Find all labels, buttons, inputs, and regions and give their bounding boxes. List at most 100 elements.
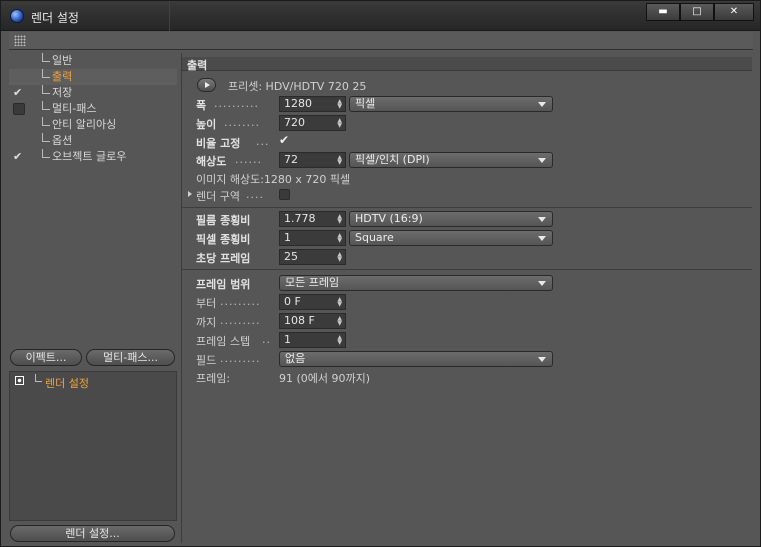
tree-item-output[interactable]: 출력 (9, 69, 177, 85)
resolution-value: 72 (284, 153, 298, 166)
preset-play-icon[interactable] (197, 78, 216, 92)
fps-label: 초당 프레임 (196, 252, 251, 265)
tree-branch-line (42, 85, 50, 94)
maximize-button[interactable]: □ (680, 3, 714, 21)
fps-row: 초당 프레임 25 ▲ ▼ (182, 248, 752, 266)
width-row: 폭 .......... 1280 ▲ ▼ 픽셀 (182, 95, 752, 113)
frame-step-value: 1 (284, 333, 291, 346)
tree-item-multipass[interactable]: 멀티-패스 (9, 101, 177, 117)
height-input[interactable]: 720 ▲ ▼ (279, 115, 346, 131)
resolution-input[interactable]: 72 ▲ ▼ (279, 152, 346, 168)
window-controls: ▬ □ ✕ (646, 3, 754, 21)
height-row: 높이 ........ 720 ▲ ▼ (182, 114, 752, 132)
title-bar[interactable]: 렌더 설정 ▬ □ ✕ (1, 1, 760, 31)
chevron-down-icon (538, 281, 546, 286)
to-input[interactable]: 108 F ▲ ▼ (279, 313, 346, 329)
spinner-arrows-icon[interactable]: ▲ ▼ (337, 316, 342, 327)
chevron-down-icon (538, 357, 546, 362)
tree-branch-line (42, 101, 50, 110)
width-label: 폭 (196, 99, 207, 112)
frame-range-value: 모든 프레임 (285, 276, 340, 289)
field-row: 필드 ......... 없음 (182, 350, 752, 368)
film-aspect-dropdown[interactable]: HDTV (16:9) (349, 211, 553, 227)
lock-ratio-check-icon[interactable]: ✔ (279, 133, 289, 147)
minimize-button[interactable]: ▬ (646, 3, 680, 21)
render-settings-button[interactable]: 렌더 설정... (10, 525, 175, 542)
spinner-arrows-icon[interactable]: ▲ ▼ (337, 214, 342, 225)
checkbox-unchecked[interactable] (13, 103, 25, 115)
from-value: 0 F (284, 295, 301, 308)
resolution-unit-value: 픽셀/인치 (DPI) (355, 153, 430, 166)
toolbar (9, 32, 753, 50)
cinema4d-app-icon (10, 9, 24, 23)
tree-item-general[interactable]: 일반 (9, 53, 177, 69)
settings-tree: 일반 출력 ✔ 저장 멀티-패스 안티 알리아싱 옵션 ✔ 오브젝트 글로우 (9, 53, 177, 165)
check-icon[interactable]: ✔ (13, 151, 25, 163)
resolution-unit-dropdown[interactable]: 픽셀/인치 (DPI) (349, 152, 553, 168)
tree-item-object-glow[interactable]: ✔ 오브젝트 글로우 (9, 149, 177, 165)
effects-button[interactable]: 이펙트... (10, 349, 82, 366)
frame-step-input[interactable]: 1 ▲ ▼ (279, 332, 346, 348)
spinner-arrows-icon[interactable]: ▲ ▼ (337, 252, 342, 263)
spinner-arrows-icon[interactable]: ▲ ▼ (337, 335, 342, 346)
tree-item-label: 저장 (52, 86, 73, 99)
fps-value: 25 (284, 250, 298, 263)
preset-label: 프리셋: HDV/HDTV 720 25 (228, 80, 367, 93)
tree-branch-line (42, 133, 50, 142)
chevron-down-icon (538, 217, 546, 222)
tree-item-options[interactable]: 옵션 (9, 133, 177, 149)
frame-range-dropdown[interactable]: 모든 프레임 (279, 275, 553, 291)
left-panel: 일반 출력 ✔ 저장 멀티-패스 안티 알리아싱 옵션 ✔ 오브젝트 글로우 이… (9, 53, 177, 543)
from-row: 부터 ......... 0 F ▲ ▼ (182, 293, 752, 311)
film-aspect-preset: HDTV (16:9) (355, 212, 423, 225)
to-label: 까지 (196, 316, 217, 329)
close-button[interactable]: ✕ (714, 3, 754, 21)
dot-leader: ... (256, 135, 270, 148)
grip-icon[interactable] (14, 35, 26, 46)
spinner-arrows-icon[interactable]: ▲ ▼ (337, 297, 342, 308)
tree-item-save[interactable]: ✔ 저장 (9, 85, 177, 101)
spinner-arrows-icon[interactable]: ▲ ▼ (337, 118, 342, 129)
dot-leader: ......... (220, 352, 261, 365)
pixel-aspect-input[interactable]: 1 ▲ ▼ (279, 230, 346, 246)
pixel-aspect-value: 1 (284, 231, 291, 244)
chevron-down-icon (538, 236, 546, 241)
frame-step-row: 프레임 스텝 .. 1 ▲ ▼ (182, 331, 752, 349)
frame-range-row: 프레임 범위 모든 프레임 (182, 274, 752, 292)
pixel-aspect-label: 픽셀 종횡비 (196, 233, 251, 246)
width-unit-value: 픽셀 (355, 97, 376, 110)
frames-label: 프레임: (196, 372, 231, 385)
output-panel: 출력 프리셋: HDV/HDTV 720 25 폭 .......... 128… (181, 53, 753, 543)
tree-item-label: 일반 (52, 54, 73, 67)
tree-item-antialiasing[interactable]: 안티 알리아싱 (9, 117, 177, 133)
tree-branch-line (42, 69, 50, 78)
width-input[interactable]: 1280 ▲ ▼ (279, 96, 346, 112)
spinner-arrows-icon[interactable]: ▲ ▼ (337, 155, 342, 166)
lock-ratio-row: 비율 고정 ... ✔ (182, 133, 752, 151)
dot-leader: ......... (220, 314, 261, 327)
field-dropdown[interactable]: 없음 (279, 351, 553, 367)
render-region-label: 렌더 구역 (196, 190, 240, 203)
multipass-button[interactable]: 멀티-패스... (86, 349, 175, 366)
render-region-row: 렌더 구역 .... (182, 186, 752, 204)
width-unit-dropdown[interactable]: 픽셀 (349, 96, 553, 112)
pixel-aspect-dropdown[interactable]: Square (349, 230, 553, 246)
expand-triangle-icon[interactable] (188, 191, 192, 197)
film-aspect-label: 필름 종횡비 (196, 214, 251, 227)
height-value: 720 (284, 116, 305, 129)
spinner-arrows-icon[interactable]: ▲ ▼ (337, 99, 342, 110)
dot-leader: ...... (235, 153, 262, 166)
tree-branch-line (35, 374, 42, 382)
spinner-arrows-icon[interactable]: ▲ ▼ (337, 233, 342, 244)
field-value: 없음 (285, 352, 306, 365)
render-region-checkbox[interactable] (279, 189, 290, 200)
width-value: 1280 (284, 97, 312, 110)
height-label: 높이 (196, 118, 217, 131)
field-label: 필드 (196, 354, 217, 367)
dot-leader: .... (246, 188, 264, 201)
check-icon[interactable]: ✔ (13, 87, 25, 99)
fps-input[interactable]: 25 ▲ ▼ (279, 249, 346, 265)
from-input[interactable]: 0 F ▲ ▼ (279, 294, 346, 310)
film-aspect-input[interactable]: 1.778 ▲ ▼ (279, 211, 346, 227)
background-divider (169, 1, 170, 31)
